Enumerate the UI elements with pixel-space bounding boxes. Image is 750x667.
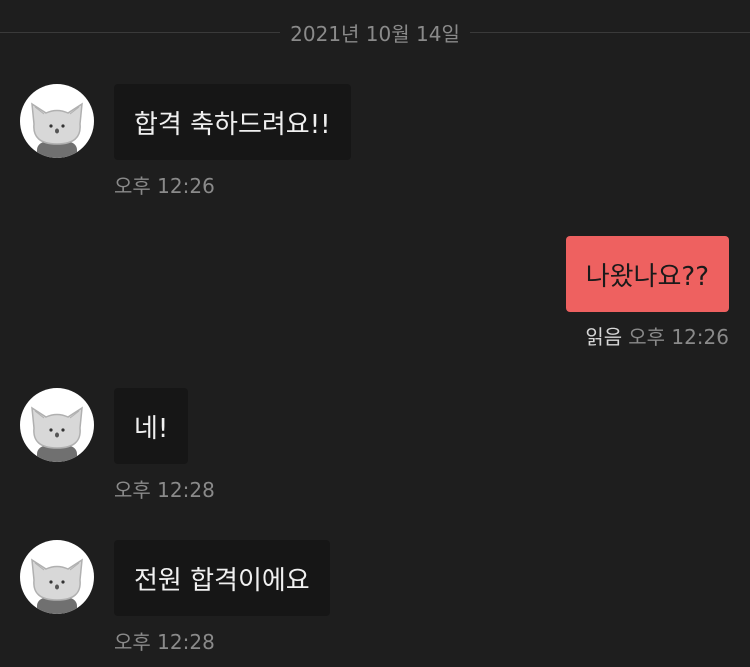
message-time: 오후 12:26 [628, 325, 729, 349]
divider-line-right [469, 31, 750, 33]
read-receipt-label: 읽음 [585, 325, 623, 349]
divider-line-left [0, 31, 281, 33]
message-time: 오후 12:28 [114, 630, 215, 654]
message-bubble-incoming[interactable]: 전원 합격이에요 [114, 540, 330, 616]
message-time: 오후 12:26 [114, 174, 215, 198]
message-bubble-outgoing[interactable]: 나왔나요?? [565, 236, 729, 312]
message-bubble-incoming[interactable]: 합격 축하드려요!! [114, 84, 351, 160]
chat-room: 2021년 10월 14일 합격 축하드려요!! 오후 12:26 나왔나요??… [0, 0, 750, 667]
date-divider: 2021년 10월 14일 [0, 14, 750, 50]
message-meta-outgoing: 읽음 오후 12:26 [585, 321, 729, 350]
cat-avatar-icon[interactable] [20, 388, 94, 462]
cat-avatar-icon[interactable] [20, 540, 94, 614]
cat-avatar-icon[interactable] [20, 84, 94, 158]
message-bubble-incoming[interactable]: 네! [114, 388, 189, 464]
date-label: 2021년 10월 14일 [290, 21, 460, 46]
message-time: 오후 12:28 [114, 478, 215, 502]
